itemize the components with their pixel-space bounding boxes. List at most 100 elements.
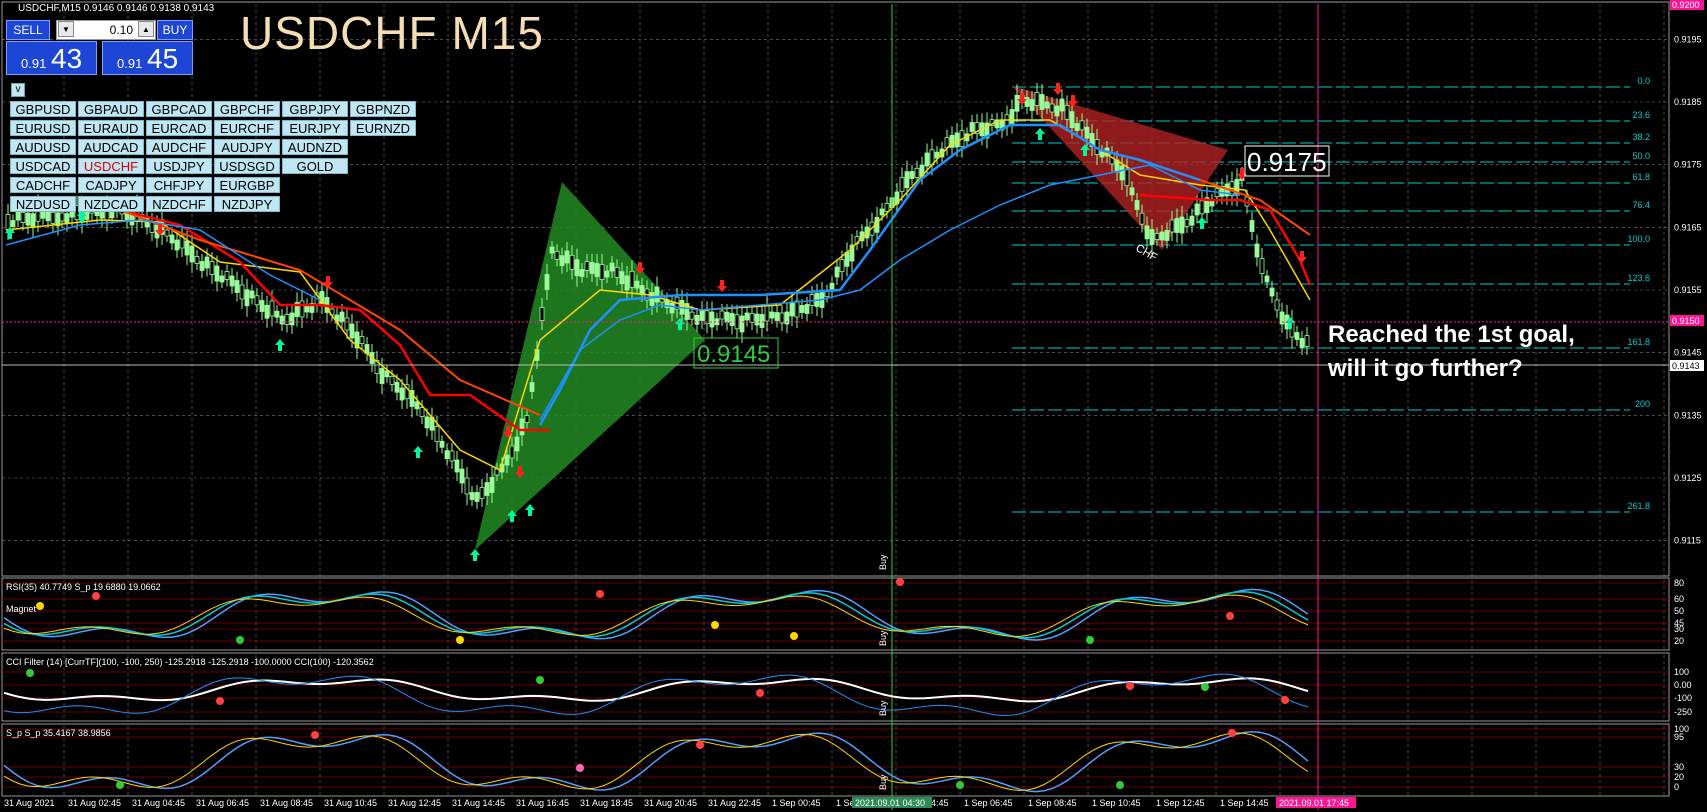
candle-body xyxy=(879,208,885,216)
candle-body xyxy=(1264,275,1270,283)
candle-body xyxy=(419,407,425,417)
price-tag-current-text: 0.9143 xyxy=(1672,361,1700,371)
candle-body xyxy=(699,309,705,321)
candle-body xyxy=(449,450,455,462)
pair-button-audnzd[interactable]: AUDNZD xyxy=(282,139,348,155)
lot-increase-icon[interactable]: ▲ xyxy=(138,21,154,37)
sell-price-box[interactable]: 0.91 43 xyxy=(6,41,97,75)
candle-body xyxy=(839,259,845,273)
candle-body xyxy=(274,310,280,318)
annotation-note: Reached the 1st goal, will it go further… xyxy=(1328,318,1575,386)
candle-body xyxy=(229,275,235,287)
candle-body xyxy=(924,152,930,167)
candle-body xyxy=(234,280,240,293)
signal-dot xyxy=(756,689,764,697)
pair-button-usdchf[interactable]: USDCHF xyxy=(78,158,144,174)
pair-button-gbpnzd[interactable]: GBPNZD xyxy=(350,101,416,117)
candle-body xyxy=(1049,103,1055,113)
pair-button-usdjpy[interactable]: USDJPY xyxy=(146,158,212,174)
candle-body xyxy=(794,300,800,318)
pair-button-usdcad[interactable]: USDCAD xyxy=(10,158,76,174)
indicator-level: 50 xyxy=(1674,606,1684,616)
candle-body xyxy=(554,250,560,260)
pair-button-nzdcad[interactable]: NZDCAD xyxy=(78,196,144,212)
candle-body xyxy=(504,454,510,466)
price-tick: 0.9155 xyxy=(1674,285,1702,295)
pair-button-eurusd[interactable]: EURUSD xyxy=(10,120,76,136)
fibo-label: 0.0 xyxy=(1637,76,1650,86)
pair-button-audchf[interactable]: AUDCHF xyxy=(146,139,212,155)
pair-button-usdsgd[interactable]: USDSGD xyxy=(214,158,280,174)
buy-marker-main: Buy xyxy=(878,554,888,570)
pair-button-audjpy[interactable]: AUDJPY xyxy=(214,139,280,155)
candle-body xyxy=(1174,218,1180,233)
candle-body xyxy=(754,313,760,326)
time-tick: 31 Aug 08:45 xyxy=(260,798,313,808)
pair-button-eurcad[interactable]: EURCAD xyxy=(146,120,212,136)
pair-button-eurnzd[interactable]: EURNZD xyxy=(350,120,416,136)
candle-body xyxy=(1159,231,1165,241)
indicator-level: 80 xyxy=(1674,578,1684,588)
pair-button-gbpchf[interactable]: GBPCHF xyxy=(214,101,280,117)
pair-button-nzdusd[interactable]: NZDUSD xyxy=(10,196,76,212)
up-arrow-icon xyxy=(525,504,535,516)
candle-body xyxy=(1169,219,1175,233)
candle-body xyxy=(594,263,600,277)
pair-button-gbpusd[interactable]: GBPUSD xyxy=(10,101,76,117)
candle-body xyxy=(629,270,635,288)
pair-button-euraud[interactable]: EURAUD xyxy=(78,120,144,136)
pair-button-cadjpy[interactable]: CADJPY xyxy=(78,177,144,193)
pair-button-eurgbp[interactable]: EURGBP xyxy=(214,177,280,193)
time-tick: 31 Aug 18:45 xyxy=(580,798,633,808)
indicator-level: 95 xyxy=(1674,732,1684,742)
pair-button-chfjpy[interactable]: CHFJPY xyxy=(146,177,212,193)
pair-button-nzdchf[interactable]: NZDCHF xyxy=(146,196,212,212)
buy-price-box[interactable]: 0.91 45 xyxy=(102,41,193,75)
fibo-label: 261.8 xyxy=(1627,501,1650,511)
price-tag-top-text: 0.9200 xyxy=(1672,0,1700,10)
pair-button-eurchf[interactable]: EURCHF xyxy=(214,120,280,136)
candle-body xyxy=(219,275,225,283)
candle-body xyxy=(1124,169,1130,187)
candle-body xyxy=(1269,287,1275,297)
sell-button[interactable]: SELL xyxy=(6,20,50,40)
candle-body xyxy=(739,315,745,333)
pair-button-gbpjpy[interactable]: GBPJPY xyxy=(282,101,348,117)
pair-button-nzdjpy[interactable]: NZDJPY xyxy=(214,196,280,212)
buy-button[interactable]: BUY xyxy=(157,20,193,40)
label-high-text: 0.9175 xyxy=(1247,147,1327,177)
candle-body xyxy=(1299,338,1305,348)
buy-price-small: 0.91 xyxy=(117,56,143,71)
candle-body xyxy=(654,286,660,303)
candle-body xyxy=(209,261,215,275)
lot-decrease-icon[interactable]: ▼ xyxy=(58,21,74,37)
pair-button-gbpaud[interactable]: GBPAUD xyxy=(78,101,144,117)
candle-body xyxy=(284,314,290,325)
candle-body xyxy=(669,302,675,314)
pair-button-audcad[interactable]: AUDCAD xyxy=(78,139,144,155)
candle-body xyxy=(1079,120,1085,131)
fibo-label: 61.8 xyxy=(1632,172,1650,182)
candle-body xyxy=(544,274,550,290)
price-axis: 0.9195 0.9185 0.9175 0.9165 0.9155 0.9145 0.91… xyxy=(1674,34,1702,792)
candle-body xyxy=(514,436,520,452)
pairs-toggle-button[interactable]: v xyxy=(11,83,25,97)
rsi-sub-label: Magnet xyxy=(6,604,37,614)
pair-button-eurjpy[interactable]: EURJPY xyxy=(282,120,348,136)
candle-body xyxy=(379,368,385,384)
indicator-level: 0.00 xyxy=(1674,680,1692,690)
candle-body xyxy=(394,381,400,393)
candle-body xyxy=(969,122,975,132)
time-axis: 31 Aug 2021 31 Aug 02:45 31 Aug 04:45 31 Au… xyxy=(4,798,1269,808)
candle-body xyxy=(709,311,715,328)
candle-body xyxy=(25,212,31,226)
time-tick: 1 Sep 06:45 xyxy=(964,798,1013,808)
candle-body xyxy=(50,211,56,224)
rsi-yellow-line xyxy=(3,594,1309,637)
pair-button-audusd[interactable]: AUDUSD xyxy=(10,139,76,155)
pair-button-gold[interactable]: GOLD xyxy=(282,158,348,174)
pair-button-cadchf[interactable]: CADCHF xyxy=(10,177,76,193)
candle-body xyxy=(489,477,495,493)
pair-button-gbpcad[interactable]: GBPCAD xyxy=(146,101,212,117)
label-low-text: 0.9145 xyxy=(697,341,770,368)
